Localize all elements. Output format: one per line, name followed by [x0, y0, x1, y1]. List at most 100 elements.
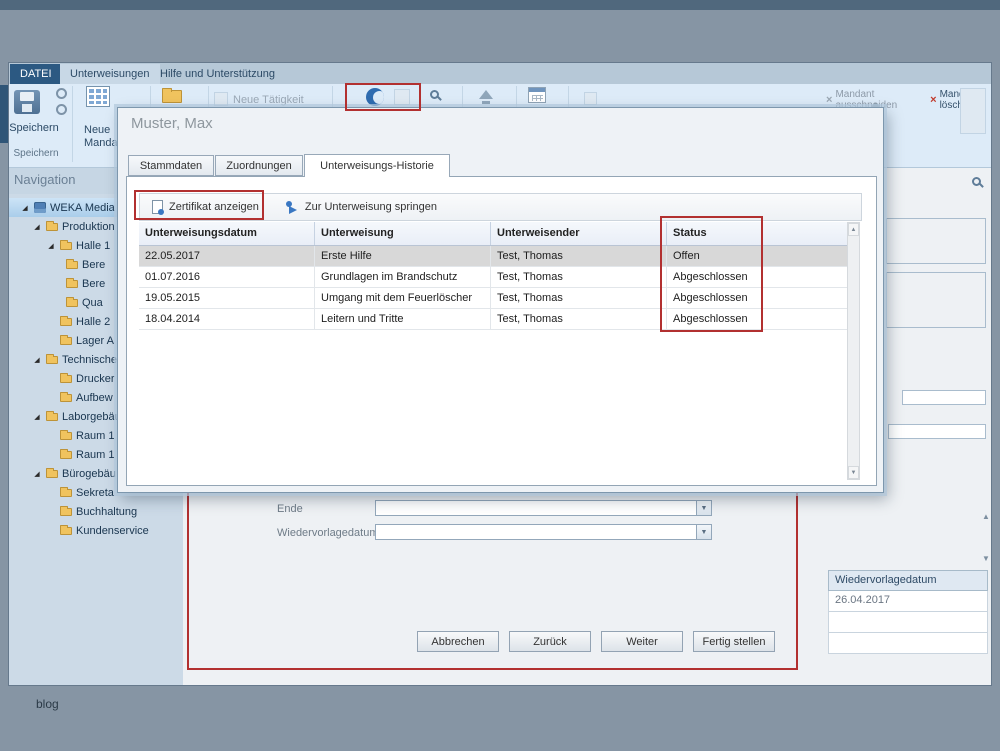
status-cell: Offen	[667, 246, 762, 266]
delete-x-icon: ×	[930, 94, 936, 106]
window-edge-accent	[0, 85, 9, 143]
table-header-row: Unterweisungsdatum Unterweisung Unterwei…	[139, 222, 847, 246]
panel-search-icon[interactable]	[972, 177, 981, 186]
organization-icon	[34, 202, 46, 213]
expand-arrow-icon[interactable]: ◢	[20, 204, 30, 212]
top-title-strip	[0, 0, 1000, 10]
wiedervorlage-grid: Wiedervorlagedatum 26.04.2017 . .	[828, 570, 988, 654]
column-header-unterweisung[interactable]: Unterweisung	[315, 222, 491, 245]
folder-icon	[60, 337, 72, 345]
springen-label: Zur Unterweisung springen	[305, 201, 437, 213]
chevron-down-icon[interactable]: ▼	[696, 525, 711, 539]
folder-icon	[46, 356, 58, 364]
dialog-content: Zertifikat anzeigen Zur Unterweisung spr…	[126, 176, 877, 486]
folder-icon	[46, 470, 58, 478]
status-cell: Abgeschlossen	[667, 267, 762, 287]
expand-arrow-icon[interactable]: ◢	[32, 470, 42, 478]
ribbon-group-speichern: Speichern	[6, 148, 66, 159]
expand-arrow-icon[interactable]: ◢	[32, 223, 42, 231]
column-header-filler	[762, 222, 847, 245]
disabled-tool-icon	[584, 92, 597, 105]
expand-arrow-icon[interactable]: ◢	[46, 242, 56, 250]
screen: DATEI Unterweisungen Hilfe und Unterstüt…	[0, 0, 1000, 751]
folder-icon	[60, 432, 72, 440]
table-row[interactable]: 19.05.2015 Umgang mit dem Feuerlöscher T…	[139, 288, 847, 309]
folder-icon	[66, 280, 78, 288]
neue-taetigkeit-button[interactable]: Neue Tätigkeit	[233, 94, 304, 106]
nav-item-kundenservice[interactable]: Kundenservice	[8, 521, 183, 540]
chevron-down-icon[interactable]: ▼	[696, 501, 711, 515]
folder-icon	[60, 527, 72, 535]
mandant-grid-icon[interactable]	[86, 86, 110, 110]
cut-x-icon: ×	[826, 94, 832, 106]
dialog-toolbar: Zertifikat anzeigen Zur Unterweisung spr…	[139, 193, 862, 221]
redo-icon[interactable]	[56, 104, 67, 115]
table-row[interactable]: 01.07.2016 Grundlagen im Brandschutz Tes…	[139, 267, 847, 288]
expand-arrow-icon[interactable]: ◢	[32, 413, 42, 421]
right-panel-input[interactable]	[888, 424, 986, 439]
zertifikat-anzeigen-button[interactable]: Zertifikat anzeigen	[146, 197, 265, 217]
column-header-unterweisender[interactable]: Unterweisender	[491, 222, 667, 245]
scroll-up-icon[interactable]: ▲	[848, 223, 859, 236]
tab-stammdaten[interactable]: Stammdaten	[128, 155, 214, 176]
status-cell: Abgeschlossen	[667, 309, 762, 329]
weiter-button[interactable]: Weiter	[601, 631, 683, 652]
tab-datei[interactable]: DATEI	[10, 64, 62, 84]
jump-icon	[285, 200, 299, 214]
empty-grid-row: .	[828, 633, 988, 654]
folder-icon	[60, 394, 72, 402]
folder-icon	[60, 242, 72, 250]
folder-icon	[66, 261, 78, 269]
folder-icon	[46, 413, 58, 421]
zur-unterweisung-springen-button[interactable]: Zur Unterweisung springen	[279, 197, 443, 217]
column-header-datum[interactable]: Unterweisungsdatum	[139, 222, 315, 245]
scroll-down-icon[interactable]: ▼	[982, 554, 990, 563]
table-row[interactable]: 22.05.2017 Erste Hilfe Test, Thomas Offe…	[139, 246, 847, 267]
folder-icon	[60, 318, 72, 326]
folder-icon	[60, 508, 72, 516]
folder-icon	[60, 451, 72, 459]
table-scrollbar[interactable]: ▲ ▼	[847, 222, 860, 480]
tab-unterweisungs-historie[interactable]: Unterweisungs-Historie	[304, 154, 450, 177]
fertig-stellen-button[interactable]: Fertig stellen	[693, 631, 775, 652]
scroll-down-icon[interactable]: ▼	[848, 466, 859, 479]
tab-unterweisungen[interactable]: Unterweisungen	[60, 64, 160, 84]
dialog-title: Muster, Max	[131, 115, 213, 132]
undo-icon[interactable]	[56, 88, 67, 99]
search-icon[interactable]	[430, 90, 439, 99]
tab-hilfe[interactable]: Hilfe und Unterstützung	[150, 64, 285, 84]
folder-icon	[46, 223, 58, 231]
column-header-status[interactable]: Status	[667, 222, 762, 245]
employee-dialog: Muster, Max Stammdaten Zuordnungen Unter…	[117, 107, 884, 493]
folder-icon	[66, 299, 78, 307]
wiedervorlage-column-header[interactable]: Wiedervorlagedatum	[828, 570, 988, 591]
scroll-up-icon[interactable]: ▲	[982, 512, 990, 521]
new-task-icon	[214, 92, 228, 106]
upload-arrow-icon[interactable]	[478, 90, 494, 104]
history-moon-icon[interactable]	[366, 88, 384, 106]
calendar-icon[interactable]	[528, 87, 546, 103]
ribbon-tab-row: DATEI Unterweisungen Hilfe und Unterstüt…	[8, 62, 992, 84]
status-cell: Abgeschlossen	[667, 288, 762, 308]
new-mandant-button-line1[interactable]: Neue	[84, 124, 110, 136]
wiedervorlagedatum-combo[interactable]: ▼	[375, 524, 712, 540]
open-folder-icon[interactable]	[162, 90, 182, 103]
save-icon[interactable]	[14, 90, 40, 114]
nav-item-buchhaltung[interactable]: Buchhaltung	[8, 502, 183, 521]
table-row[interactable]: 18.04.2014 Leitern und Tritte Test, Thom…	[139, 309, 847, 330]
right-panel-input[interactable]	[902, 390, 986, 405]
right-panel-box	[886, 272, 986, 328]
secondary-icon[interactable]	[394, 89, 410, 105]
expand-arrow-icon[interactable]: ◢	[32, 356, 42, 364]
folder-icon	[60, 489, 72, 497]
history-table: Unterweisungsdatum Unterweisung Unterwei…	[139, 222, 847, 330]
wiedervorlage-date-cell[interactable]: 26.04.2017	[828, 591, 988, 612]
wiedervorlagedatum-label: Wiedervorlagedatum	[277, 527, 379, 539]
zurueck-button[interactable]: Zurück	[509, 631, 591, 652]
ende-combo[interactable]: ▼	[375, 500, 712, 516]
save-button[interactable]: Speichern	[6, 122, 62, 134]
new-mandant-button-line2[interactable]: Manda	[84, 137, 118, 149]
navigation-title: Navigation	[14, 172, 75, 187]
abbrechen-button[interactable]: Abbrechen	[417, 631, 499, 652]
tab-zuordnungen[interactable]: Zuordnungen	[215, 155, 303, 176]
